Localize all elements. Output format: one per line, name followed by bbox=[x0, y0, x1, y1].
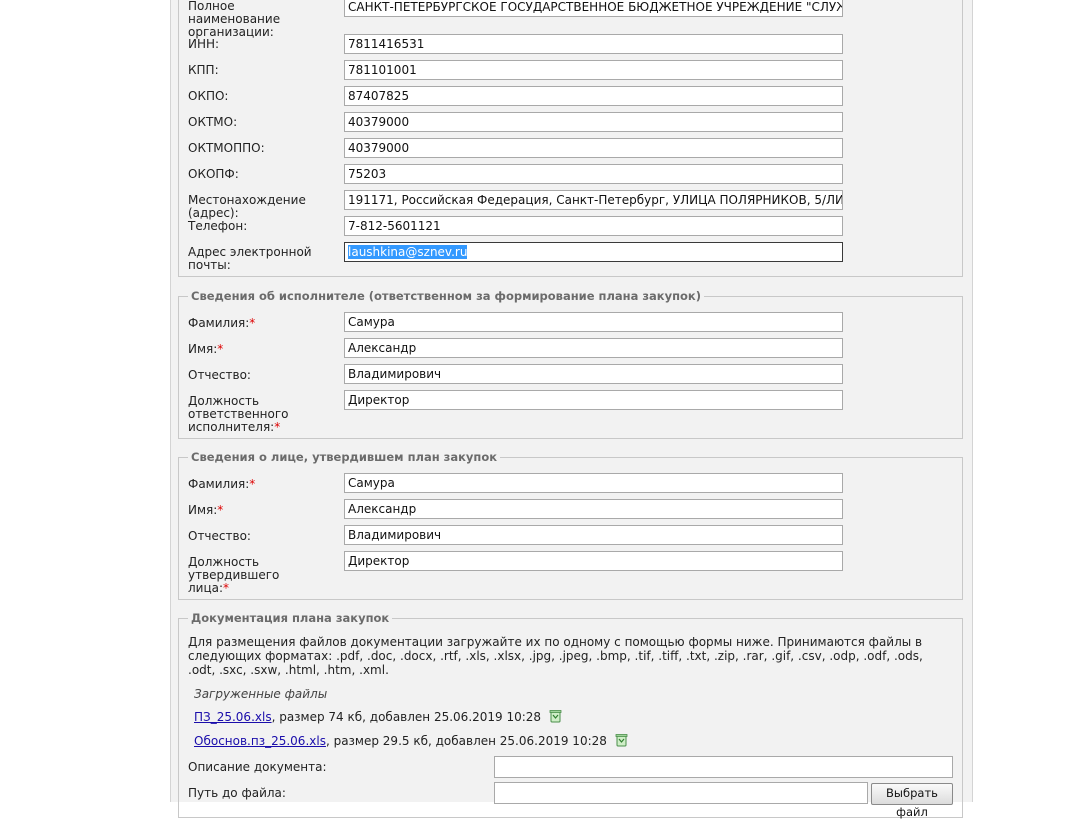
full-name-label: Полное наименование организации: bbox=[188, 0, 281, 39]
oktmo-input[interactable]: 40379000 bbox=[344, 112, 843, 132]
full-name-input[interactable]: САНКТ-ПЕТЕРБУРГСКОЕ ГОСУДАРСТВЕННОЕ БЮДЖ… bbox=[344, 0, 843, 17]
doc-description-input[interactable] bbox=[494, 756, 953, 778]
oktmoppo-label: ОКТМОППО: bbox=[188, 141, 265, 155]
required-mark: * bbox=[217, 342, 224, 356]
file-link-1[interactable]: ПЗ_25.06.xls bbox=[194, 710, 272, 724]
approver-name-input[interactable]: Александр bbox=[344, 499, 843, 519]
executor-surname-input[interactable]: Самура bbox=[344, 312, 843, 332]
approver-surname-input[interactable]: Самура bbox=[344, 473, 843, 493]
file-path-input[interactable] bbox=[494, 782, 868, 804]
docs-description: Для размещения файлов документации загру… bbox=[188, 635, 923, 677]
executor-name-input[interactable]: Александр bbox=[344, 338, 843, 358]
okopf-label: ОКОПФ: bbox=[188, 167, 239, 181]
email-label: Адрес электронной почты: bbox=[188, 245, 312, 272]
okopf-input[interactable]: 75203 bbox=[344, 164, 843, 184]
docs-legend: Документация плана закупок bbox=[188, 611, 393, 625]
required-mark: * bbox=[223, 581, 230, 595]
inn-label: ИНН: bbox=[188, 37, 220, 51]
address-input[interactable]: 191171, Российская Федерация, Санкт-Пете… bbox=[344, 190, 843, 210]
approver-patronymic-label: Отчество: bbox=[188, 529, 251, 543]
recycle-bin-icon[interactable] bbox=[549, 709, 562, 723]
kpp-input[interactable]: 781101001 bbox=[344, 60, 843, 80]
file-path-label: Путь до файла: bbox=[188, 786, 286, 800]
required-mark: * bbox=[274, 420, 281, 434]
approver-position-input[interactable]: Директор bbox=[344, 551, 843, 571]
required-mark: * bbox=[249, 477, 256, 491]
kpp-label: КПП: bbox=[188, 63, 219, 77]
uploaded-file-2: Обоснов.пз_25.06.xls, размер 29.5 кб, до… bbox=[194, 733, 628, 748]
doc-description-label: Описание документа: bbox=[188, 760, 327, 774]
executor-position-label: Должность ответственного исполнителя:* bbox=[188, 394, 289, 434]
executor-position-input[interactable]: Директор bbox=[344, 390, 843, 410]
executor-name-label: Имя:* bbox=[188, 342, 224, 356]
address-label: Местонахождение (адрес): bbox=[188, 193, 306, 220]
oktmo-label: ОКТМО: bbox=[188, 115, 238, 129]
approver-position-label: Должность утвердившего лица:* bbox=[188, 555, 280, 595]
required-mark: * bbox=[217, 503, 224, 517]
approver-patronymic-input[interactable]: Владимирович bbox=[344, 525, 843, 545]
executor-surname-label: Фамилия:* bbox=[188, 316, 256, 330]
approver-name-label: Имя:* bbox=[188, 503, 224, 517]
file-link-2[interactable]: Обоснов.пз_25.06.xls bbox=[194, 734, 326, 748]
recycle-bin-icon[interactable] bbox=[615, 733, 628, 747]
uploaded-files-title: Загруженные файлы bbox=[194, 687, 328, 701]
email-value: laushkina@sznev.ru bbox=[348, 245, 468, 259]
executor-patronymic-input[interactable]: Владимирович bbox=[344, 364, 843, 384]
required-mark: * bbox=[249, 316, 256, 330]
okpo-input[interactable]: 87407825 bbox=[344, 86, 843, 106]
phone-label: Телефон: bbox=[188, 219, 248, 233]
email-input[interactable]: laushkina@sznev.ru bbox=[344, 242, 843, 262]
executor-legend: Сведения об исполнителе (ответственном з… bbox=[188, 289, 704, 303]
okpo-label: ОКПО: bbox=[188, 89, 229, 103]
inn-input[interactable]: 7811416531 bbox=[344, 34, 843, 54]
uploaded-file-1: ПЗ_25.06.xls, размер 74 кб, добавлен 25.… bbox=[194, 709, 562, 724]
executor-patronymic-label: Отчество: bbox=[188, 368, 251, 382]
phone-input[interactable]: 7-812-5601121 bbox=[344, 216, 843, 236]
approver-legend: Сведения о лице, утвердившем план закупо… bbox=[188, 450, 501, 464]
approver-surname-label: Фамилия:* bbox=[188, 477, 256, 491]
oktmoppo-input[interactable]: 40379000 bbox=[344, 138, 843, 158]
